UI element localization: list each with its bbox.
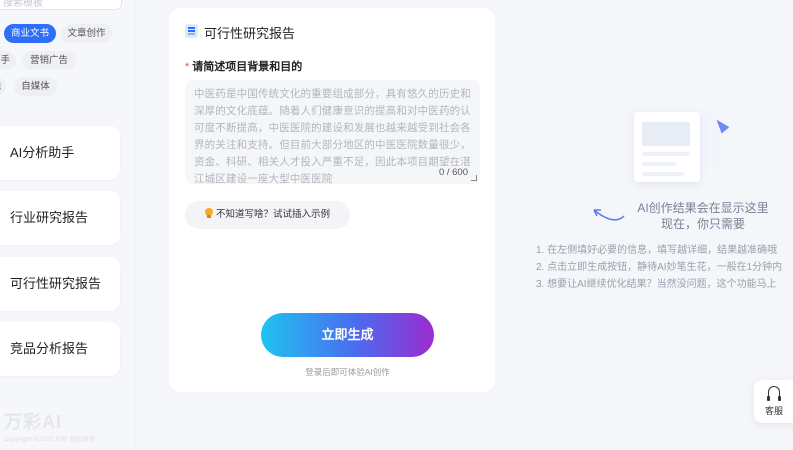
result-placeholder-heading: AI创作结果会在显示这里 现在，你只需要 xyxy=(618,200,788,232)
result-heading-line-1: AI创作结果会在显示这里 xyxy=(637,201,769,215)
sidebar-item-feasibility-report[interactable]: 可行性研究报告 xyxy=(0,257,120,311)
category-chip-assistant[interactable]: 助手 xyxy=(0,51,16,70)
customer-service-label: 客服 xyxy=(764,406,783,416)
copyright-text: Copyright ©2023 万彩 版权所有 xyxy=(4,436,96,443)
tip-item: 1. 在左侧填好必要的信息，填写越详细，结果越准确哦 xyxy=(536,245,778,256)
result-heading-line-2: 现在，你只需要 xyxy=(660,217,745,231)
category-chip-article[interactable]: 文章创作 xyxy=(61,24,112,43)
tip-item: 2. 点击立即生成按钮，静待AI妙笔生花，一般在1分钟内 xyxy=(536,262,783,273)
sidebar-item-industry-report[interactable]: 行业研究报告 xyxy=(0,191,120,245)
page-title: 可行性研究报告 xyxy=(204,26,296,41)
document-icon xyxy=(185,24,198,38)
char-counter: 0 / 600 xyxy=(438,167,468,178)
empty-result-illustration xyxy=(628,106,730,188)
login-hint: 登录后即可体验AI创作 xyxy=(305,367,390,377)
tip-item: 3. 想要让AI继续优化结果？当然没问题，这个功能马上 xyxy=(536,279,777,290)
sidebar-item-label: 竞品分析报告 xyxy=(10,341,89,356)
form-card: 可行性研究报告 * 请简述项目背景和目的 中医药是中国传统文化的重要组成部分，具有… xyxy=(169,8,495,392)
insert-example-label: 不知道写啥？试试插入示例 xyxy=(215,209,330,220)
customer-service-button[interactable]: 客服 xyxy=(754,380,793,423)
lightbulb-icon xyxy=(204,208,213,218)
category-chip-other[interactable]: 其他 xyxy=(0,77,6,96)
insert-example-button[interactable]: 不知道写啥？试试插入示例 xyxy=(185,201,350,229)
sidebar-item-ai-analysis[interactable]: AI分析助手 xyxy=(0,126,120,180)
category-chip-self-media[interactable]: 自媒体 xyxy=(14,77,57,96)
template-search-input[interactable]: 搜索模板 xyxy=(0,0,122,10)
project-background-textarea[interactable]: 中医药是中国传统文化的重要组成部分，具有悠久的历史和深厚的文化底蕴。随着人们健康… xyxy=(185,80,480,185)
category-chip-business[interactable]: 商业文书 xyxy=(4,24,56,43)
sidebar-item-label: 行业研究报告 xyxy=(10,210,89,225)
field-label-text: 请简述项目背景和目的 xyxy=(192,61,303,73)
headset-icon xyxy=(767,386,781,401)
textarea-placeholder: 中医药是中国传统文化的重要组成部分，具有悠久的历史和深厚的文化底蕴。随着人们健康… xyxy=(194,88,471,185)
field-label: * 请简述项目背景和目的 xyxy=(185,58,302,74)
usage-tips: 1. 在左侧填好必要的信息，填写越详细，结果越准确哦 2. 点击立即生成按钮，静… xyxy=(536,242,793,293)
sidebar-item-label: 可行性研究报告 xyxy=(10,276,102,291)
brand-logo: 万彩AI xyxy=(4,412,62,432)
required-mark: * xyxy=(185,61,190,73)
category-chip-marketing[interactable]: 营销广告 xyxy=(22,51,76,70)
sidebar-item-label: AI分析助手 xyxy=(10,145,75,160)
resize-handle-icon[interactable] xyxy=(471,175,477,181)
template-sidebar: 搜索模板 商业文书 文章创作 助手 营销广告 其他 自媒体 AI分析助手 行业研… xyxy=(0,0,135,450)
generate-button[interactable]: 立即生成 xyxy=(261,313,434,357)
sidebar-item-competitor-report[interactable]: 竞品分析报告 xyxy=(0,322,120,376)
